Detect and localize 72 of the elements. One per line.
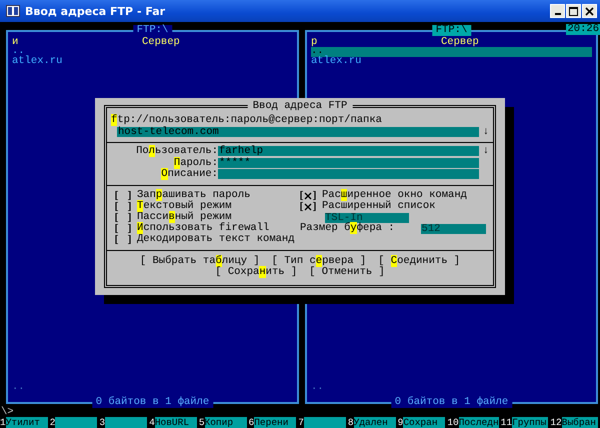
checkbox[interactable] <box>115 235 131 244</box>
checkbox[interactable] <box>115 213 131 222</box>
panel-status: 0 байтов в 1 файле <box>390 398 512 408</box>
column-header: Сервер <box>142 38 180 48</box>
function-key[interactable]: НовURL <box>154 417 197 428</box>
dialog-title: Ввод адреса FTP <box>248 101 352 112</box>
maximize-icon <box>569 6 578 16</box>
file-row[interactable]: .. <box>311 47 592 57</box>
file-row[interactable]: atlex.ru <box>311 56 592 66</box>
function-key[interactable]: Сохран <box>403 417 446 428</box>
field-label: Пароль: <box>172 158 218 168</box>
column-header: р <box>311 38 318 48</box>
key-number: 3 <box>99 417 106 428</box>
file-row[interactable]: atlex.ru <box>12 56 293 66</box>
clock: 20:26 <box>566 24 600 35</box>
dialog-button[interactable]: [ Сохранить ] <box>215 267 298 278</box>
input-field[interactable]: farhelp <box>218 146 479 156</box>
dialog-button[interactable]: [ Соединить ] <box>378 256 460 266</box>
column-header: Сервер <box>441 38 479 48</box>
field-label: Размер буфера : <box>300 223 395 234</box>
panel-title: FTP:\ <box>432 25 472 36</box>
key-number: 11 <box>500 417 512 428</box>
checkbox-label: Расширенный список <box>322 201 436 212</box>
minimize-icon <box>554 13 560 15</box>
key-number: 2 <box>50 417 56 428</box>
maximize-button[interactable] <box>566 4 581 18</box>
history-arrow[interactable]: ↓ <box>479 146 489 156</box>
checkbox[interactable] <box>115 202 131 211</box>
function-key[interactable]: Группы <box>512 417 548 428</box>
checkbox-label: Пассивный режим <box>137 212 232 223</box>
command-line[interactable]: \> <box>0 408 600 417</box>
checkbox[interactable] <box>115 191 131 200</box>
input-field[interactable] <box>218 169 479 180</box>
key-number: 12 <box>550 417 562 428</box>
dialog-button[interactable]: [ Отменить ] <box>309 267 385 278</box>
checkbox-label: Текстовый режим <box>137 201 232 212</box>
checkbox[interactable] <box>115 224 131 233</box>
input-field[interactable]: ***** <box>218 158 479 168</box>
function-key[interactable]: Выбран <box>562 417 598 428</box>
key-number: 5 <box>198 417 205 428</box>
checkbox-label: Использовать firewall <box>137 223 270 234</box>
checkbox[interactable] <box>300 202 316 211</box>
window-title: Ввод адреса FTP - Far <box>25 4 166 18</box>
function-key[interactable]: Удален <box>354 417 396 428</box>
minimize-button[interactable] <box>550 4 565 18</box>
file-row[interactable]: .. <box>311 383 592 393</box>
panel-status: 0 байтов в 1 файле <box>92 398 214 408</box>
key-number: 9 <box>398 417 404 428</box>
close-button[interactable] <box>582 4 597 18</box>
function-key[interactable]: Последн <box>458 417 499 428</box>
column-header: и <box>12 38 20 48</box>
history-arrow[interactable]: ↓ <box>479 126 489 137</box>
function-key[interactable]: Перени <box>254 417 296 428</box>
key-number: 4 <box>149 417 155 428</box>
key-number: 7 <box>298 417 304 428</box>
url-field[interactable]: host-telecom.com <box>117 126 479 137</box>
field-label: ftp://пользователь:пароль@сервер:порт/папка <box>111 115 383 126</box>
app-icon <box>6 5 20 17</box>
checkbox-label: Запрашивать пароль <box>137 190 250 201</box>
key-number: 1 <box>0 417 6 428</box>
key-number: 10 <box>447 417 459 428</box>
key-number: 8 <box>348 417 354 428</box>
checkbox[interactable] <box>300 191 316 200</box>
dialog-button[interactable]: [ Тип сервера ] <box>272 256 366 266</box>
file-row[interactable]: .. <box>12 383 293 393</box>
checkbox-label: Декодировать текст команд <box>137 234 295 245</box>
key-number: 6 <box>248 417 254 428</box>
function-key[interactable]: Копир <box>204 417 247 428</box>
function-key[interactable]: Утилит <box>6 417 48 428</box>
checkbox-label: Расширенное окно команд <box>322 190 467 201</box>
field-label: Описание: <box>160 169 218 180</box>
close-icon <box>585 6 594 16</box>
